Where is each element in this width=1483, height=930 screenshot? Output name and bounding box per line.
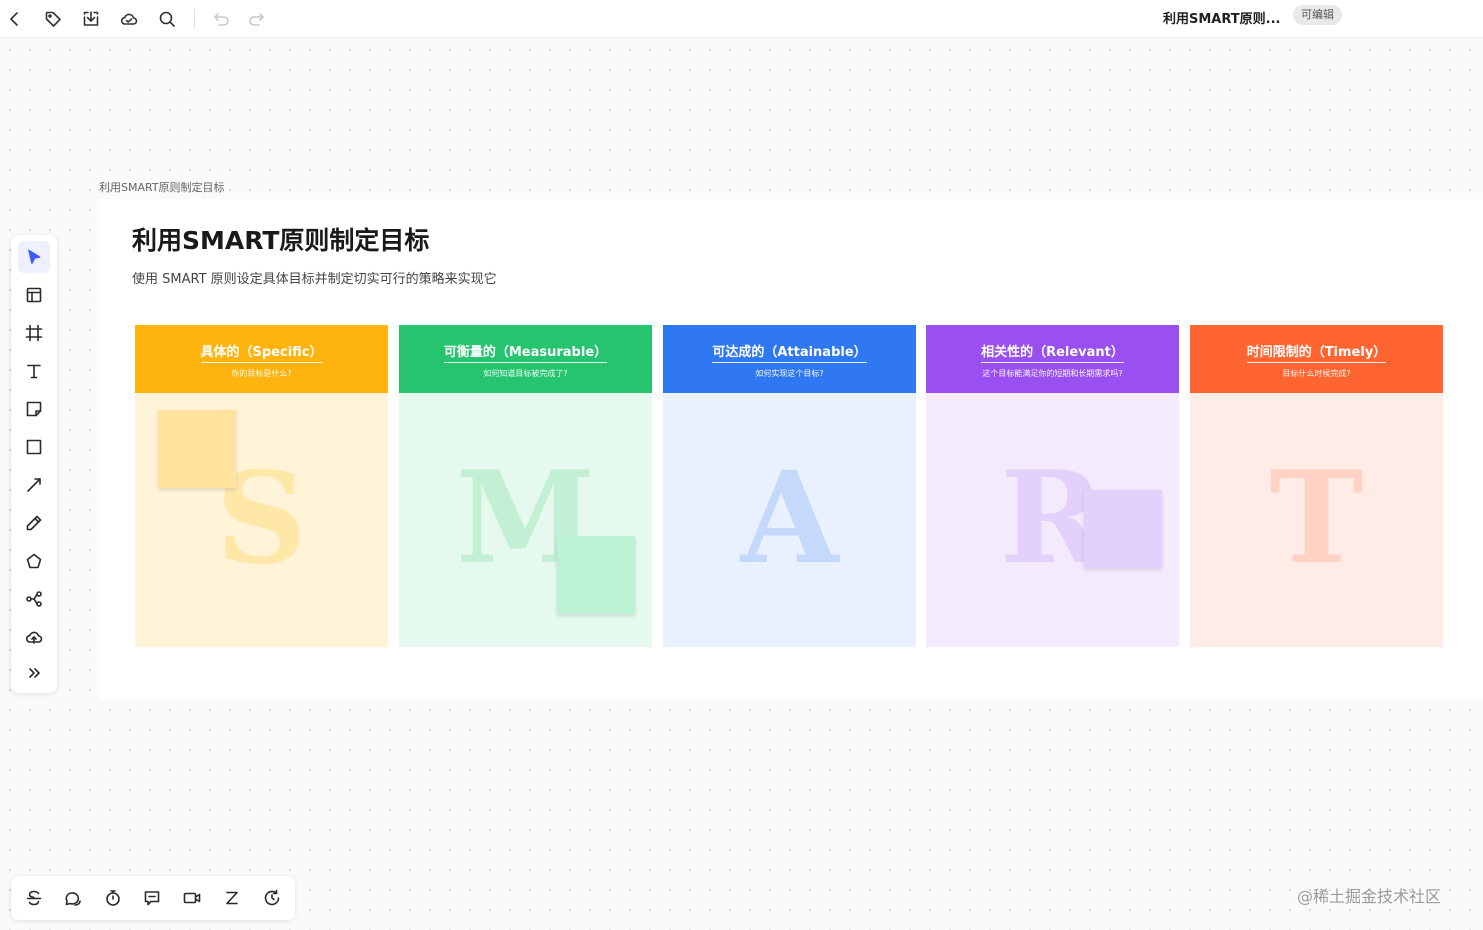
select-tool-button[interactable] — [18, 241, 50, 273]
more-icon — [29, 668, 40, 678]
column-question: 如何实现这个目标? — [755, 369, 824, 378]
column-title: 可达成的（Attainable） — [712, 341, 867, 363]
column-body[interactable]: R — [926, 393, 1179, 647]
column-question: 这个目标能满足你的短期和长期需求吗? — [982, 369, 1123, 378]
toolbar-divider — [194, 9, 195, 29]
column-body[interactable]: A — [663, 393, 916, 647]
frame-icon — [25, 324, 43, 342]
left-toolbar — [11, 235, 57, 693]
column-letter: T — [1269, 444, 1364, 592]
mindmap-icon — [26, 591, 42, 607]
back-icon[interactable] — [1, 5, 29, 33]
bottom-toolbar — [11, 876, 295, 920]
history-icon — [264, 889, 280, 906]
frame-tool-button[interactable] — [18, 317, 50, 349]
timer-icon — [106, 890, 120, 906]
text-tool-button[interactable] — [18, 355, 50, 387]
undo-icon[interactable] — [206, 5, 234, 33]
select-icon — [28, 249, 41, 264]
cloud-icon[interactable] — [115, 5, 143, 33]
column-title: 可衡量的（Measurable） — [443, 341, 608, 363]
column-header: 时间限制的（Timely） 目标什么时候完成? — [1190, 325, 1443, 393]
sleep-button[interactable] — [216, 882, 248, 914]
smart-column-measurable[interactable]: 可衡量的（Measurable） 如何知道目标被完成了? M — [399, 325, 652, 647]
line-tool-button[interactable] — [18, 469, 50, 501]
sticky-note[interactable] — [557, 536, 635, 614]
column-letter: A — [740, 444, 839, 592]
chat-icon — [144, 891, 160, 906]
rectangle-icon — [26, 439, 42, 455]
permission-badge[interactable]: 可编辑 — [1293, 5, 1342, 25]
document-title[interactable]: 利用SMART原则... — [1163, 8, 1280, 27]
shape-tool-button[interactable] — [18, 545, 50, 577]
sleep-icon — [226, 891, 238, 905]
top-bar: 利用SMART原则... 可编辑 — [0, 0, 1483, 38]
comment-icon — [65, 892, 81, 906]
sticky-note[interactable] — [158, 410, 236, 488]
upload-tool-button[interactable] — [18, 621, 50, 653]
column-title: 相关性的（Relevant） — [981, 341, 1124, 363]
rectangle-tool-button[interactable] — [18, 431, 50, 463]
pen-icon — [26, 515, 42, 531]
video-button[interactable] — [176, 882, 208, 914]
history-button[interactable] — [256, 882, 288, 914]
column-header: 相关性的（Relevant） 这个目标能满足你的短期和长期需求吗? — [926, 325, 1179, 393]
column-title: 时间限制的（Timely） — [1246, 341, 1387, 363]
column-header: 可衡量的（Measurable） 如何知道目标被完成了? — [399, 325, 652, 393]
chat-button[interactable] — [136, 882, 168, 914]
board-title[interactable]: 利用SMART原则制定目标 — [132, 221, 429, 257]
board-frame[interactable]: 利用SMART原则制定目标 使用 SMART 原则设定具体目标并制定切实可行的策… — [99, 199, 1483, 699]
text-icon — [27, 364, 41, 379]
column-question: 如何知道目标被完成了? — [483, 369, 568, 378]
column-question: 你的目标是什么? — [231, 369, 292, 378]
template-icon — [26, 287, 42, 303]
comment-button[interactable] — [57, 882, 89, 914]
column-body[interactable]: S — [135, 393, 388, 647]
watermark: @稀土掘金技术社区 — [1297, 887, 1442, 906]
sticky-note-tool-button[interactable] — [18, 393, 50, 425]
video-icon — [183, 892, 201, 904]
tag-icon[interactable] — [39, 5, 67, 33]
column-header: 具体的（Specific） 你的目标是什么? — [135, 325, 388, 393]
column-header: 可达成的（Attainable） 如何实现这个目标? — [663, 325, 916, 393]
strike-button[interactable] — [18, 882, 50, 914]
timer-button[interactable] — [97, 882, 129, 914]
mindmap-tool-button[interactable] — [18, 583, 50, 615]
smart-column-specific[interactable]: 具体的（Specific） 你的目标是什么? S — [135, 325, 388, 647]
board-subtitle[interactable]: 使用 SMART 原则设定具体目标并制定切实可行的策略来实现它 — [132, 268, 497, 287]
redo-icon[interactable] — [244, 5, 272, 33]
frame-label[interactable]: 利用SMART原则制定目标 — [99, 179, 225, 195]
column-body[interactable]: M — [399, 393, 652, 647]
more-tools-button[interactable] — [18, 657, 50, 689]
column-title: 具体的（Specific） — [200, 341, 323, 363]
sticky-note[interactable] — [1084, 490, 1162, 568]
upload-icon — [25, 631, 43, 644]
shape-icon — [26, 553, 42, 569]
smart-column-attainable[interactable]: 可达成的（Attainable） 如何实现这个目标? A — [663, 325, 916, 647]
column-body[interactable]: T — [1190, 393, 1443, 647]
line-icon — [27, 478, 41, 492]
template-tool-button[interactable] — [18, 279, 50, 311]
smart-column-timely[interactable]: 时间限制的（Timely） 目标什么时候完成? T — [1190, 325, 1443, 647]
smart-column-relevant[interactable]: 相关性的（Relevant） 这个目标能满足你的短期和长期需求吗? R — [926, 325, 1179, 647]
pen-tool-button[interactable] — [18, 507, 50, 539]
sticky-note-icon — [26, 401, 42, 417]
search-icon[interactable] — [153, 5, 181, 33]
strike-icon — [26, 890, 42, 906]
column-question: 目标什么时候完成? — [1282, 369, 1351, 378]
download-icon[interactable] — [77, 5, 105, 33]
